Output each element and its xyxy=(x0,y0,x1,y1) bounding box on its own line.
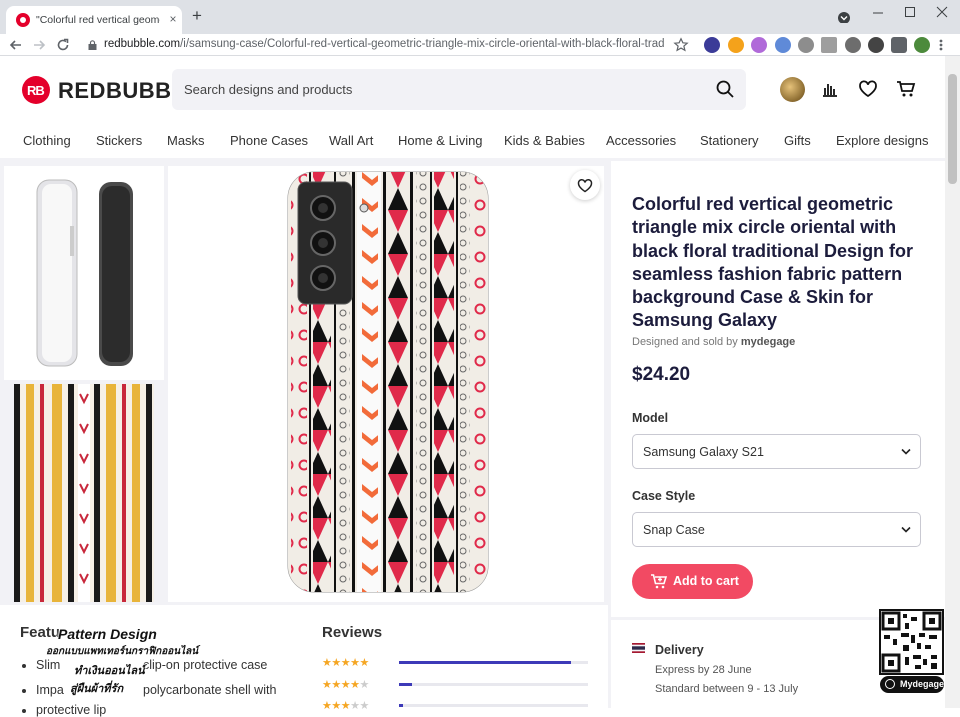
nav-clothing[interactable]: Clothing xyxy=(23,133,71,148)
rating-bar-5 xyxy=(399,661,588,664)
artist-link[interactable]: mydegage xyxy=(741,336,795,348)
thumbnail-case-side[interactable] xyxy=(4,166,164,380)
nav-home-living[interactable]: Home & Living xyxy=(398,133,483,148)
url-domain: redbubble.com xyxy=(104,38,181,50)
minimize-icon[interactable] xyxy=(864,3,892,23)
artist-byline: Designed and sold by mydegage xyxy=(632,336,795,348)
byline-prefix: Designed and sold by xyxy=(632,336,738,348)
extension-icon[interactable] xyxy=(798,37,814,53)
feature-item: Impa polycarbonate shell with xyxy=(22,683,277,697)
extension-icon[interactable] xyxy=(868,37,884,53)
profile-avatar-icon[interactable] xyxy=(914,37,930,53)
star-rating-3[interactable]: ★★★★★ xyxy=(322,700,369,712)
extension-icon[interactable] xyxy=(775,37,791,53)
extension-icon[interactable] xyxy=(704,37,720,53)
extension-icon[interactable] xyxy=(728,37,744,53)
address-bar: redbubble.com/i/samsung-case/Colorful-re… xyxy=(0,34,960,56)
close-window-icon[interactable] xyxy=(928,3,956,23)
add-cart-icon xyxy=(651,574,668,589)
favorite-button[interactable] xyxy=(570,170,600,200)
thumbnail-pattern[interactable] xyxy=(14,384,154,602)
thailand-flag-icon xyxy=(632,643,645,653)
watermark-line: สู่ผืนผ้าที่รัก xyxy=(70,683,124,695)
rating-bar-4 xyxy=(399,683,588,686)
case-style-label: Case Style xyxy=(632,489,696,503)
chevron-down-icon xyxy=(901,526,911,533)
browser-tab-strip: "Colorful red vertical geometric t × + xyxy=(0,0,960,34)
delivery-express: Express by 28 June xyxy=(655,664,752,676)
heart-icon[interactable] xyxy=(858,79,878,99)
redbubble-logo[interactable]: RB REDBUBBLE xyxy=(22,76,200,104)
watermark-title: Pattern Design xyxy=(58,626,157,642)
nav-stickers[interactable]: Stickers xyxy=(96,133,142,148)
forward-arrow-icon[interactable] xyxy=(31,37,47,53)
reviews-heading: Reviews xyxy=(322,624,383,641)
extension-icon[interactable] xyxy=(845,37,861,53)
model-select[interactable]: Samsung Galaxy S21 xyxy=(632,434,921,469)
nav-explore-designs[interactable]: Explore designs xyxy=(836,133,929,148)
account-avatar[interactable] xyxy=(780,77,805,102)
divider xyxy=(608,161,611,708)
star-rating-4[interactable]: ★★★★★ xyxy=(322,679,369,691)
back-arrow-icon[interactable] xyxy=(8,37,24,53)
nav-phone-cases[interactable]: Phone Cases xyxy=(230,133,308,148)
model-select-value: Samsung Galaxy S21 xyxy=(643,445,764,459)
star-rating-5[interactable]: ★★★★★ xyxy=(322,657,369,669)
feature-item: Slim clip-on protective case xyxy=(21,658,268,672)
watermark-line: ทำเงินออนไลน์ xyxy=(74,665,145,677)
url-text[interactable]: redbubble.com/i/samsung-case/Colorful-re… xyxy=(104,38,664,50)
tab-title: "Colorful red vertical geometric t xyxy=(36,14,160,26)
model-label: Model xyxy=(632,411,669,425)
nav-kids-babies[interactable]: Kids & Babies xyxy=(504,133,585,148)
artist-dashboard-icon[interactable] xyxy=(820,79,840,99)
case-style-select-value: Snap Case xyxy=(643,523,705,537)
scrollbar-thumb[interactable] xyxy=(948,74,957,184)
scrollbar[interactable] xyxy=(945,56,960,708)
browser-tab[interactable]: "Colorful red vertical geometric t × xyxy=(6,6,182,34)
extension-icon[interactable] xyxy=(751,37,767,53)
browser-menu-icon[interactable] xyxy=(938,37,944,53)
delivery-standard: Standard between 9 - 13 July xyxy=(655,683,799,695)
main-product-image[interactable] xyxy=(168,166,604,602)
product-price: $24.20 xyxy=(632,364,691,385)
product-title: Colorful red vertical geometric triangle… xyxy=(632,194,914,331)
case-style-select[interactable]: Snap Case xyxy=(632,512,921,547)
mydegage-badge: Mydegage xyxy=(880,676,944,693)
bookmark-star-icon[interactable] xyxy=(673,37,689,53)
rating-bar-3 xyxy=(399,704,588,707)
maximize-icon[interactable] xyxy=(896,3,924,23)
category-nav: Clothing Stickers Masks Phone Cases Wall… xyxy=(0,128,945,156)
search-input[interactable]: Search designs and products xyxy=(172,69,746,110)
search-icon[interactable] xyxy=(716,80,734,98)
feature-item: protective lip xyxy=(21,703,107,717)
reload-icon[interactable] xyxy=(55,37,71,53)
add-to-cart-label: Add to cart xyxy=(673,574,739,588)
new-tab-button[interactable]: + xyxy=(189,7,205,24)
nav-wall-art[interactable]: Wall Art xyxy=(329,133,373,148)
qr-code xyxy=(879,609,944,675)
watermark-line: ออกแบบแพทเทอร์นกราฟิกออนไลน์ xyxy=(46,646,199,657)
logo-mark-icon: RB xyxy=(22,76,50,104)
nav-masks[interactable]: Masks xyxy=(167,133,205,148)
add-to-cart-button[interactable]: Add to cart xyxy=(632,564,753,599)
tab-close-icon[interactable]: × xyxy=(166,12,180,26)
extension-icon[interactable] xyxy=(821,37,837,53)
lock-icon xyxy=(88,40,97,50)
redbubble-favicon-icon xyxy=(16,13,30,27)
features-heading: Featu xyxy=(20,624,61,641)
nav-accessories[interactable]: Accessories xyxy=(606,133,676,148)
chevron-down-icon xyxy=(901,448,911,455)
delivery-heading: Delivery xyxy=(655,643,704,657)
divider xyxy=(0,602,608,605)
search-placeholder: Search designs and products xyxy=(184,82,353,97)
extensions-puzzle-icon[interactable] xyxy=(891,37,907,53)
tab-search-icon[interactable] xyxy=(830,3,858,23)
nav-gifts[interactable]: Gifts xyxy=(784,133,811,148)
nav-stationery[interactable]: Stationery xyxy=(700,133,759,148)
cart-icon[interactable] xyxy=(896,79,916,99)
url-path: /i/samsung-case/Colorful-red-vertical-ge… xyxy=(180,38,664,50)
